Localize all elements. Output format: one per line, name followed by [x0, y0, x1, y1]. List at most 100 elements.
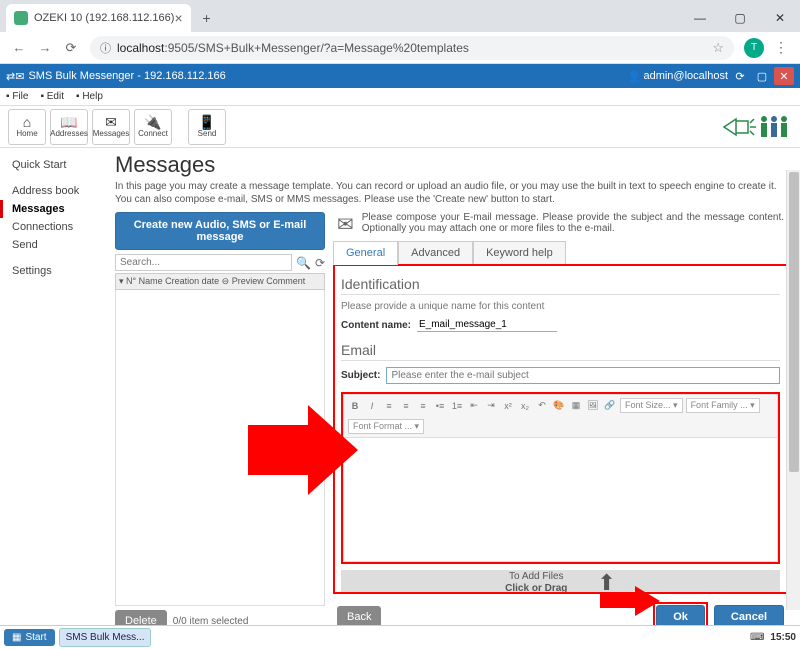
subject-label: Subject: [341, 370, 380, 381]
sidebar-item-settings[interactable]: Settings [0, 262, 115, 280]
tab-general[interactable]: General [333, 241, 398, 265]
back-icon[interactable]: ← [8, 37, 30, 59]
app-maximize-icon[interactable]: ▢ [752, 67, 772, 85]
email-body-editor[interactable] [343, 438, 778, 562]
start-button[interactable]: ▦Start [4, 629, 55, 646]
menu-edit[interactable]: ▪ Edit [34, 91, 70, 102]
taskbar-app-button[interactable]: SMS Bulk Mess... [59, 628, 152, 647]
bookmark-icon[interactable]: ☆ [712, 40, 724, 56]
grid-icon: ▦ [12, 632, 21, 643]
font-format-select[interactable]: Font Format ... ▾ [348, 419, 424, 434]
search-input[interactable] [115, 254, 292, 271]
align-left-icon[interactable]: ≡ [382, 399, 396, 413]
identification-hint: Please provide a unique name for this co… [341, 301, 780, 312]
dropzone-line2: Click or Drag [505, 583, 567, 594]
vertical-scrollbar[interactable] [786, 170, 800, 610]
addresses-button[interactable]: 📖Addresses [50, 109, 88, 145]
content-name-input[interactable] [417, 318, 557, 332]
annotation-arrow-small [600, 586, 660, 616]
color-icon[interactable]: 🎨 [552, 399, 566, 413]
app-refresh-icon[interactable]: ⟳ [730, 67, 750, 85]
image-icon[interactable]: 🖼 [586, 399, 600, 413]
browser-titlebar: OZEKI 10 (192.168.112.166) × + — ▢ ✕ [0, 0, 800, 32]
app-brand-logo [722, 111, 792, 143]
font-family-select[interactable]: Font Family ... ▾ [686, 398, 760, 413]
form-tabs: General Advanced Keyword help [333, 241, 788, 265]
link-icon[interactable]: 🔗 [603, 399, 617, 413]
close-tab-icon[interactable]: × [174, 10, 182, 26]
subscript-icon[interactable]: x² [501, 399, 515, 413]
list-header[interactable]: ▾ N° Name Creation date ⊖ Preview Commen… [115, 273, 325, 290]
table-icon[interactable]: ▦ [569, 399, 583, 413]
list-ol-icon[interactable]: 1≡ [450, 399, 464, 413]
user-label: admin@localhost [643, 70, 728, 82]
align-center-icon[interactable]: ≡ [399, 399, 413, 413]
editor-highlight: B I ≡ ≡ ≡ •≡ 1≡ ⇤ ⇥ x² x₂ ↶ 🎨 [341, 392, 780, 564]
plug-icon: 🔌 [144, 115, 161, 129]
refresh-list-icon[interactable]: ⟳ [315, 256, 325, 270]
search-icon[interactable]: 🔍 [296, 256, 311, 270]
site-info-icon[interactable]: ⓘ [100, 40, 111, 56]
dropzone-line1: To Add Files [505, 571, 567, 583]
italic-icon[interactable]: I [365, 399, 379, 413]
undo-icon[interactable]: ↶ [535, 399, 549, 413]
sidebar-item-quickstart[interactable]: Quick Start [0, 156, 115, 174]
profile-avatar[interactable]: T [744, 38, 764, 58]
close-window-button[interactable]: ✕ [760, 4, 800, 32]
url-host: localhost [117, 41, 164, 55]
menu-help[interactable]: ▪ Help [70, 91, 109, 102]
file-dropzone[interactable]: To Add Files Click or Drag ⬆︎ [341, 570, 780, 594]
app-title: SMS Bulk Messenger - 192.168.112.166 [28, 70, 225, 82]
connect-button[interactable]: 🔌Connect [134, 109, 172, 145]
tab-favicon [14, 11, 28, 25]
compose-hint: Please compose your E-mail message. Plea… [362, 212, 784, 234]
messages-button[interactable]: ✉Messages [92, 109, 130, 145]
sidebar-item-addressbook[interactable]: Address book [0, 182, 115, 200]
font-size-select[interactable]: Font Size... ▾ [620, 398, 683, 413]
reload-icon[interactable]: ⟳ [60, 37, 82, 59]
taskbar: ▦Start SMS Bulk Mess... ⌨ 15:50 [0, 625, 800, 649]
sidebar-item-send[interactable]: Send [0, 236, 115, 254]
subject-input[interactable] [386, 367, 780, 384]
align-right-icon[interactable]: ≡ [416, 399, 430, 413]
content-name-label: Content name: [341, 320, 411, 331]
addressbook-icon: 📖 [60, 115, 77, 129]
menubar: ▪ File ▪ Edit ▪ Help [0, 88, 800, 106]
window-controls: — ▢ ✕ [680, 4, 800, 32]
app-logo-icon: ⇄✉ [6, 70, 24, 83]
keyboard-icon[interactable]: ⌨ [750, 632, 764, 643]
new-tab-button[interactable]: + [195, 6, 219, 30]
outdent-icon[interactable]: ⇤ [467, 399, 481, 413]
page-title: Messages [115, 152, 788, 178]
tab-advanced[interactable]: Advanced [398, 241, 473, 265]
app-close-icon[interactable]: ✕ [774, 67, 794, 85]
address-bar[interactable]: ⓘ localhost:9505/SMS+Bulk+Messenger/?a=M… [90, 36, 734, 60]
list-ul-icon[interactable]: •≡ [433, 399, 447, 413]
sidebar-item-messages[interactable]: Messages [0, 200, 115, 218]
form-highlight: Identification Please provide a unique n… [333, 264, 788, 594]
browser-tab[interactable]: OZEKI 10 (192.168.112.166) × [6, 4, 191, 32]
annotation-arrow-large [248, 405, 358, 495]
maximize-button[interactable]: ▢ [720, 4, 760, 32]
create-new-button[interactable]: Create new Audio, SMS or E-mail message [115, 212, 325, 250]
tab-keyword-help[interactable]: Keyword help [473, 241, 566, 265]
browser-menu-icon[interactable]: ⋮ [774, 39, 788, 56]
main-toolbar: ⌂Home 📖Addresses ✉Messages 🔌Connect 📱Sen… [0, 106, 800, 148]
home-button[interactable]: ⌂Home [8, 109, 46, 145]
sidebar: Quick Start Address book Messages Connec… [0, 148, 115, 623]
home-icon: ⌂ [23, 115, 31, 129]
indent-icon[interactable]: ⇥ [484, 399, 498, 413]
url-path: :9505/SMS+Bulk+Messenger/?a=Message%20te… [164, 41, 469, 55]
main-area: Quick Start Address book Messages Connec… [0, 148, 800, 623]
menu-file[interactable]: ▪ File [0, 91, 34, 102]
editor-panel: ✉ Please compose your E-mail message. Pl… [333, 212, 788, 632]
send-button[interactable]: 📱Send [188, 109, 226, 145]
forward-icon[interactable]: → [34, 37, 56, 59]
phone-icon: 📱 [198, 115, 215, 129]
minimize-button[interactable]: — [680, 4, 720, 32]
email-heading: Email [341, 342, 780, 358]
envelope-icon: ✉ [105, 115, 117, 129]
sidebar-item-connections[interactable]: Connections [0, 218, 115, 236]
app-header: ⇄✉ SMS Bulk Messenger - 192.168.112.166 … [0, 64, 800, 88]
superscript-icon[interactable]: x₂ [518, 399, 532, 413]
